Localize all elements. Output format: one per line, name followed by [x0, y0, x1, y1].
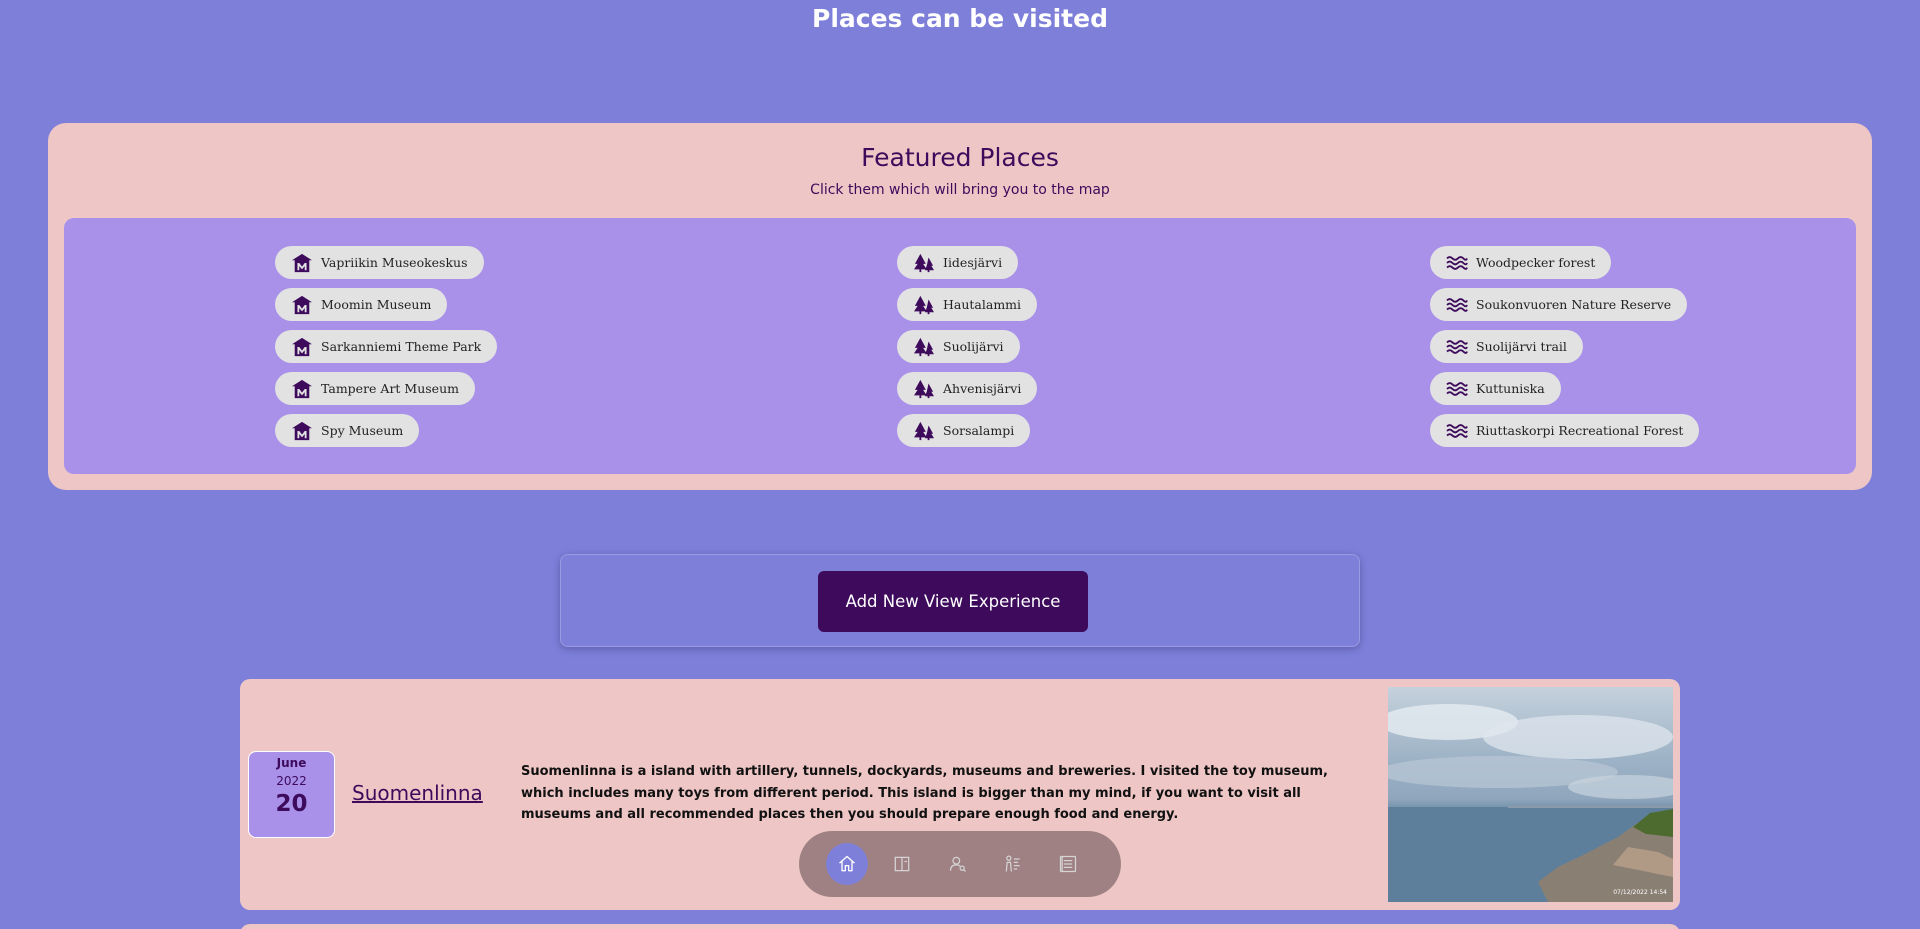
experience-description: Suomenlinna is a island with artillery, … — [521, 764, 1328, 822]
person-chart-icon — [1005, 855, 1020, 872]
add-experience-button[interactable]: Add New View Experience — [818, 571, 1088, 632]
date-day: 20 — [275, 791, 308, 817]
pine-trees-icon — [914, 421, 934, 440]
nav-book[interactable] — [881, 843, 923, 885]
place-chip-label: Riuttaskorpi Recreational Forest — [1476, 423, 1684, 438]
nav-person-chart[interactable] — [992, 843, 1034, 885]
nav-list[interactable] — [1047, 843, 1089, 885]
place-chip-label: Ahvenisjärvi — [943, 381, 1022, 396]
museum-icon — [292, 421, 312, 440]
pine-trees-icon — [914, 379, 934, 398]
bottom-navigation — [799, 831, 1121, 897]
museum-icon — [292, 253, 312, 272]
place-chip-label: Sarkanniemi Theme Park — [321, 339, 482, 354]
place-chip-museum[interactable]: Vapriikin Museokeskus — [275, 246, 484, 279]
place-chip-label: Suolijärvi trail — [1476, 339, 1567, 354]
waves-icon — [1446, 381, 1468, 396]
place-chip-label: Tampere Art Museum — [321, 381, 459, 396]
museum-icon — [292, 295, 312, 314]
place-chip-label: Spy Museum — [321, 423, 404, 438]
experience-title-link[interactable]: Suomenlinna — [352, 781, 483, 805]
pine-trees-icon — [914, 253, 934, 272]
featured-places-list: Vapriikin Museokeskus Moomin Museum Sark… — [64, 218, 1856, 474]
place-chip-lake[interactable]: Sorsalampi — [897, 414, 1031, 447]
nav-user-search[interactable] — [937, 843, 979, 885]
lake-column: Iidesjärvi Hautalammi Suolijärvi Ahvenis… — [897, 246, 1038, 447]
place-chip-forest[interactable]: Suolijärvi trail — [1430, 330, 1583, 363]
place-chip-lake[interactable]: Suolijärvi — [897, 330, 1020, 363]
experience-card-next — [240, 924, 1680, 929]
seascape-illustration — [1388, 704, 1673, 902]
place-chip-lake[interactable]: Iidesjärvi — [897, 246, 1019, 279]
photo-timestamp: 07/12/2022 14:54 — [1613, 889, 1667, 896]
page-title: Places can be visited — [812, 4, 1108, 33]
experience-photo: 07/12/2022 14:54 — [1388, 687, 1673, 902]
place-chip-museum[interactable]: Moomin Museum — [275, 288, 448, 321]
waves-icon — [1446, 255, 1468, 270]
museum-column: Vapriikin Museokeskus Moomin Museum Sark… — [275, 246, 498, 447]
forest-column: Woodpecker forest Soukonvuoren Nature Re… — [1430, 246, 1700, 447]
place-chip-label: Sorsalampi — [943, 423, 1015, 438]
place-chip-forest[interactable]: Riuttaskorpi Recreational Forest — [1430, 414, 1700, 447]
waves-icon — [1446, 339, 1468, 354]
place-chip-lake[interactable]: Hautalammi — [897, 288, 1038, 321]
waves-icon — [1446, 297, 1468, 312]
nav-home[interactable] — [826, 843, 868, 885]
place-chip-forest[interactable]: Kuttuniska — [1430, 372, 1561, 405]
place-chip-lake[interactable]: Ahvenisjärvi — [897, 372, 1038, 405]
place-chip-label: Suolijärvi — [943, 339, 1004, 354]
waves-icon — [1446, 423, 1468, 438]
place-chip-label: Iidesjärvi — [943, 255, 1003, 270]
book-icon — [894, 856, 910, 872]
place-chip-label: Hautalammi — [943, 297, 1022, 312]
place-chip-label: Moomin Museum — [321, 297, 432, 312]
date-year: 2022 — [276, 774, 307, 788]
user-search-icon — [949, 856, 966, 872]
place-chip-museum[interactable]: Tampere Art Museum — [275, 372, 475, 405]
list-icon — [1059, 855, 1077, 873]
place-chip-label: Woodpecker forest — [1476, 255, 1596, 270]
date-badge: June 2022 20 — [248, 751, 335, 838]
featured-subtitle: Click them which will bring you to the m… — [810, 182, 1110, 198]
place-chip-museum[interactable]: Spy Museum — [275, 414, 420, 447]
featured-title: Featured Places — [861, 143, 1059, 172]
museum-icon — [292, 379, 312, 398]
place-chip-label: Vapriikin Museokeskus — [321, 255, 468, 270]
place-chip-forest[interactable]: Soukonvuoren Nature Reserve — [1430, 288, 1688, 321]
place-chip-forest[interactable]: Woodpecker forest — [1430, 246, 1612, 279]
home-icon — [839, 855, 855, 872]
featured-places-panel: Featured Places Click them which will br… — [48, 123, 1872, 490]
add-experience-panel: Add New View Experience — [560, 554, 1360, 647]
place-chip-label: Soukonvuoren Nature Reserve — [1476, 297, 1672, 312]
pine-trees-icon — [914, 295, 934, 314]
pine-trees-icon — [914, 337, 934, 356]
date-month: June — [276, 756, 307, 770]
place-chip-museum[interactable]: Sarkanniemi Theme Park — [275, 330, 498, 363]
museum-icon — [292, 337, 312, 356]
place-chip-label: Kuttuniska — [1476, 381, 1545, 396]
